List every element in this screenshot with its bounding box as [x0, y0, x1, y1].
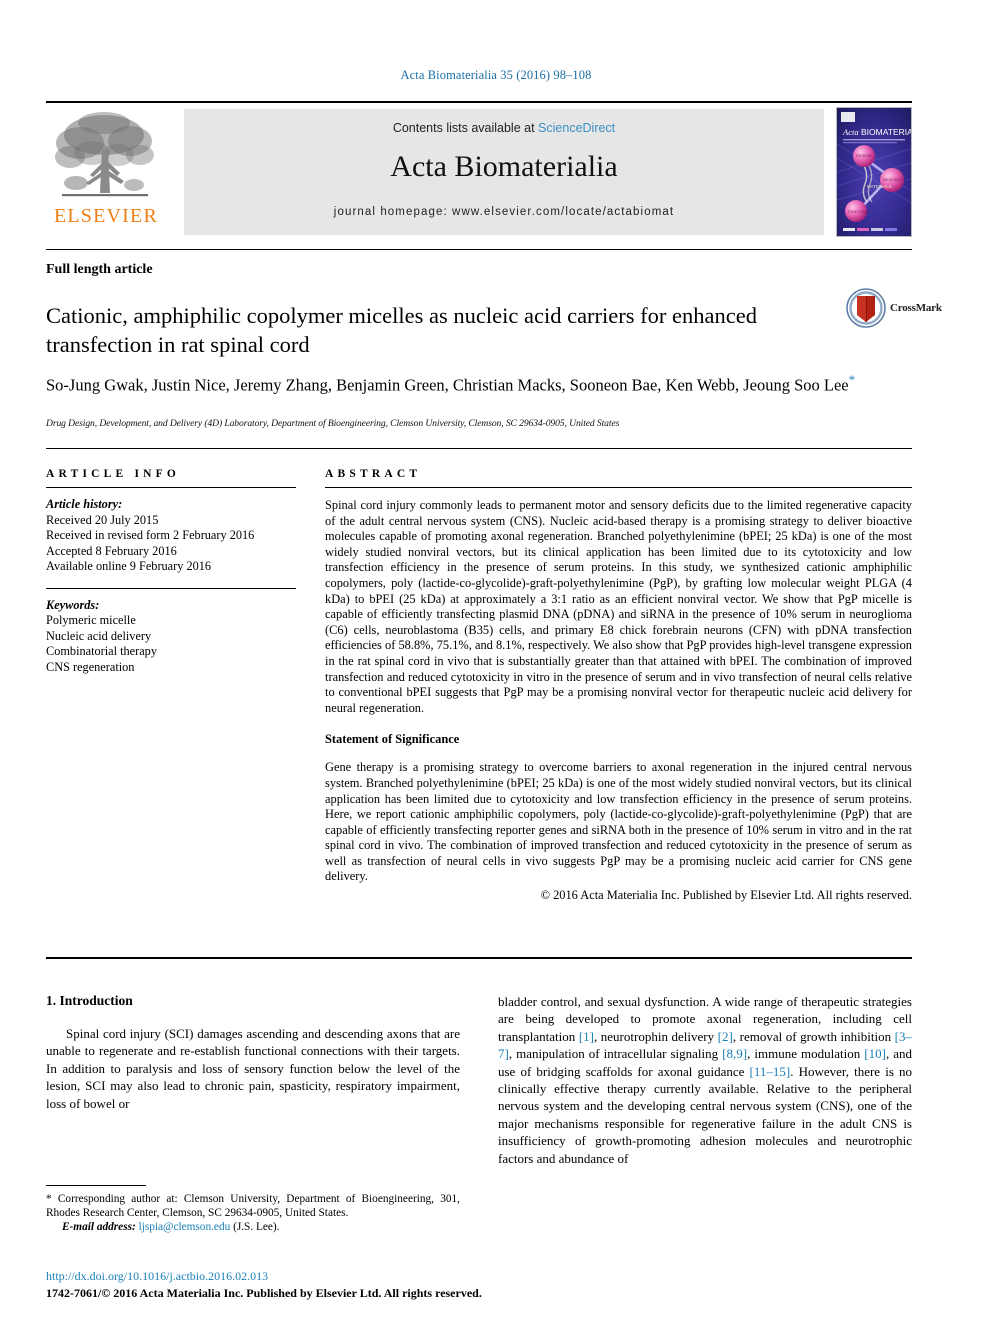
author-names: So-Jung Gwak, Justin Nice, Jeremy Zhang,…: [46, 375, 849, 395]
abstract-rule: [325, 487, 912, 488]
journal-article-page: Acta Biomaterialia 35 (2016) 98–108 ELSE…: [0, 0, 992, 1323]
svg-text:FUNCTION: FUNCTION: [848, 209, 869, 214]
journal-title: Acta Biomaterialia: [390, 150, 618, 183]
citation-link[interactable]: [11–15]: [750, 1064, 791, 1079]
journal-homepage-link[interactable]: journal homepage: www.elsevier.com/locat…: [184, 206, 824, 218]
body-text-run: , immune modulation: [747, 1046, 865, 1062]
body-text-run: , neurotrophin delivery: [593, 1028, 718, 1044]
abstract-copyright: © 2016 Acta Materialia Inc. Published by…: [540, 888, 912, 903]
corresponding-author-text: Corresponding author at: Clemson Univers…: [46, 1193, 460, 1220]
citation-link[interactable]: [1]: [579, 1029, 594, 1044]
statement-of-significance-text: Gene therapy is a promising strategy to …: [325, 760, 912, 884]
svg-text:RESEARCH: RESEARCH: [883, 177, 905, 182]
crossmark-icon: [846, 288, 886, 328]
introduction-paragraph-right: bladder control, and sexual dysfunction.…: [498, 993, 912, 1167]
email-link[interactable]: ljspia@clemson.edu: [139, 1221, 231, 1233]
crossmark-badge[interactable]: CrossMark: [846, 288, 942, 332]
history-item: Available online 9 February 2016: [46, 559, 212, 573]
keyword-item: Nucleic acid delivery: [46, 628, 152, 643]
running-head: Acta Biomaterialia 35 (2016) 98–108: [400, 68, 592, 82]
journal-cover-thumbnail: Acta BIOMATERIALIA DESIGN RESEARCH FUNCT…: [836, 107, 912, 237]
keywords-separator-rule: [46, 587, 296, 589]
elsevier-tree-icon: [55, 112, 154, 197]
article-info-heading: ARTICLE INFO: [46, 468, 181, 480]
body-left-column: 1. Introduction Spinal cord injury (SCI)…: [46, 993, 460, 1112]
svg-text:DESIGN: DESIGN: [856, 153, 871, 158]
article-history-label: Article history:: [46, 497, 123, 511]
article-type-label: Full length article: [46, 262, 153, 277]
article-title: Cationic, amphiphilic copolymer micelles…: [46, 303, 757, 358]
issn-copyright-line: 1742-7061/© 2016 Acta Materialia Inc. Pu…: [46, 1286, 482, 1300]
introduction-heading: 1. Introduction: [46, 993, 133, 1008]
footnote-marker: *: [46, 1193, 52, 1205]
email-label: E-mail address:: [62, 1221, 136, 1234]
article-info-rule: [46, 487, 296, 488]
doi-link[interactable]: http://dx.doi.org/10.1016/j.actbio.2016.…: [46, 1269, 268, 1284]
author-affiliation: Drug Design, Development, and Delivery (…: [46, 418, 620, 429]
abstract-heading: ABSTRACT: [325, 468, 422, 480]
body-text-run: , removal of growth inhibition: [732, 1028, 895, 1044]
article-history-group: Article history: Received 20 July 2015 R…: [46, 497, 296, 575]
email-line: E-mail address: ljspia@clemson.edu (J.S.…: [46, 1220, 460, 1234]
body-right-column: bladder control, and sexual dysfunction.…: [498, 993, 912, 1167]
body-text-run: , manipulation of intracellular signalin…: [508, 1046, 723, 1062]
abstract-column: ABSTRACT Spinal cord injury commonly lea…: [325, 468, 912, 903]
citation-link[interactable]: [10]: [864, 1046, 886, 1061]
masthead-bottom-rule: [46, 249, 912, 250]
author-list: So-Jung Gwak, Justin Nice, Jeremy Zhang,…: [46, 368, 926, 397]
elsevier-wordmark: ELSEVIER: [53, 205, 159, 227]
keywords-label: Keywords:: [46, 597, 100, 612]
citation-link[interactable]: [8,9]: [722, 1046, 747, 1061]
svg-text:BIOMATERIALIA: BIOMATERIALIA: [861, 127, 912, 137]
corresponding-author-note: * Corresponding author at: Clemson Unive…: [46, 1192, 460, 1220]
keywords-group: Keywords: Polymeric micelle Nucleic acid…: [46, 598, 296, 676]
footnote-block: * Corresponding author at: Clemson Unive…: [46, 1192, 460, 1235]
contents-prefix: Contents lists available at: [392, 121, 535, 135]
abstract-text: Spinal cord injury commonly leads to per…: [325, 498, 912, 716]
citation-link[interactable]: [2]: [718, 1029, 733, 1044]
body-top-rule: [46, 957, 912, 959]
header-rule: [46, 101, 912, 103]
corresponding-author-marker: *: [848, 372, 856, 387]
sciencedirect-link[interactable]: ScienceDirect: [538, 121, 615, 135]
contents-available-line: Contents lists available at ScienceDirec…: [184, 121, 824, 135]
abstract-block-top-rule: [46, 448, 912, 449]
history-item: Received in revised form 2 February 2016: [46, 528, 255, 542]
keyword-item: CNS regeneration: [46, 659, 135, 674]
abstract-paragraph: Spinal cord injury commonly leads to per…: [325, 498, 912, 715]
keyword-item: Polymeric micelle: [46, 613, 136, 627]
footnote-rule: [46, 1185, 146, 1186]
journal-band: Contents lists available at ScienceDirec…: [184, 109, 824, 235]
statement-of-significance-heading: Statement of Significance: [325, 732, 460, 747]
crossmark-label: CrossMark: [890, 302, 942, 314]
elsevier-logo: ELSEVIER: [46, 109, 164, 235]
introduction-paragraph-left: Spinal cord injury (SCI) damages ascendi…: [46, 1026, 460, 1111]
keyword-item: Combinatorial therapy: [46, 644, 157, 658]
history-item: Received 20 July 2015: [46, 512, 159, 527]
svg-text:Acta: Acta: [842, 127, 859, 137]
history-item: Accepted 8 February 2016: [46, 543, 177, 558]
svg-text:MATERIALS: MATERIALS: [867, 184, 892, 189]
cover-artwork: Acta BIOMATERIALIA DESIGN RESEARCH FUNCT…: [837, 108, 912, 236]
article-info-column: ARTICLE INFO Article history: Received 2…: [46, 468, 296, 675]
email-suffix: (J.S. Lee).: [233, 1221, 280, 1234]
journal-masthead: ELSEVIER Contents lists available at Sci…: [46, 107, 912, 237]
